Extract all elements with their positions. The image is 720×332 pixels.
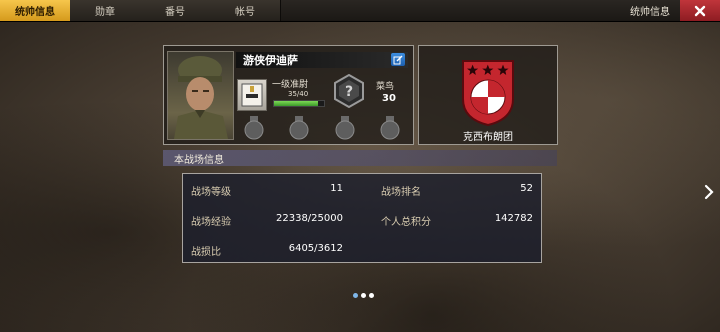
- close-icon: [694, 5, 706, 16]
- edit-name-button[interactable]: [391, 53, 405, 66]
- player-portrait[interactable]: [167, 51, 234, 140]
- player-card: 游侠伊迪萨 一级准尉 35/40 ? 菜鸟 30: [163, 45, 414, 145]
- page-dot-2[interactable]: [361, 293, 366, 298]
- rank-exp-bar: [273, 100, 325, 107]
- chevron-right-icon: [704, 184, 714, 200]
- tab-medals[interactable]: 勋章: [70, 0, 141, 21]
- rank-exp-text: 35/40: [288, 90, 309, 98]
- rank-exp-fill: [274, 101, 318, 106]
- tab-commander-info[interactable]: 统帅信息: [0, 0, 71, 21]
- veteran-value: 30: [382, 93, 396, 104]
- svg-text:?: ?: [345, 84, 353, 100]
- stat-level-label: 战场等级: [191, 187, 231, 198]
- rank-name: 一级准尉: [272, 80, 309, 90]
- soldier-portrait-icon: [174, 56, 228, 139]
- rank-insignia-icon: [237, 79, 267, 111]
- legion-emblem-icon: [462, 60, 514, 127]
- edit-icon: [393, 55, 403, 64]
- empty-medal-icon: [380, 116, 400, 140]
- pagination-dots: [353, 293, 374, 298]
- page-dot-3[interactable]: [369, 293, 374, 298]
- unknown-medal-icon[interactable]: ?: [332, 73, 366, 109]
- tab-designation[interactable]: 番号: [140, 0, 211, 21]
- battlefield-stats-panel: 战场等级 11 战场排名 52 战场经验 22338/25000 个人总积分 1…: [182, 173, 542, 263]
- stat-ratio-value: 6405/3612: [288, 243, 343, 254]
- player-name-bar: 游侠伊迪萨: [236, 52, 408, 68]
- stat-exp-value: 22338/25000: [276, 213, 343, 224]
- stat-exp-label: 战场经验: [191, 217, 231, 228]
- page-title: 统帅信息: [630, 7, 670, 18]
- empty-medal-icon: [289, 116, 309, 140]
- stat-ratio-label: 战损比: [191, 247, 221, 258]
- top-bar: 统帅信息 勋章 番号 帐号 统帅信息: [0, 0, 720, 22]
- medal-slot-1[interactable]: [244, 116, 264, 140]
- medal-slot-2[interactable]: [289, 116, 309, 140]
- medal-slot-3[interactable]: [335, 116, 355, 140]
- stat-score-label: 个人总积分: [381, 217, 431, 228]
- tab-account[interactable]: 帐号: [210, 0, 281, 21]
- veteran-label: 菜鸟: [376, 82, 395, 92]
- next-page-button[interactable]: [704, 184, 714, 205]
- legion-card[interactable]: 克西布朗团: [418, 45, 558, 145]
- empty-medal-icon: [335, 116, 355, 140]
- legion-name: 克西布朗团: [463, 132, 513, 143]
- stat-score-value: 142782: [494, 213, 533, 224]
- stat-level-value: 11: [330, 183, 343, 194]
- page-dot-1[interactable]: [353, 293, 358, 298]
- empty-medal-icon: [244, 116, 264, 140]
- stat-rank-label: 战场排名: [381, 187, 421, 198]
- medal-slot-4[interactable]: [380, 116, 400, 140]
- close-button[interactable]: [680, 0, 720, 21]
- stat-rank-value: 52: [520, 183, 533, 194]
- battlefield-info-header: 本战场信息: [163, 150, 557, 166]
- player-name: 游侠伊迪萨: [243, 54, 298, 67]
